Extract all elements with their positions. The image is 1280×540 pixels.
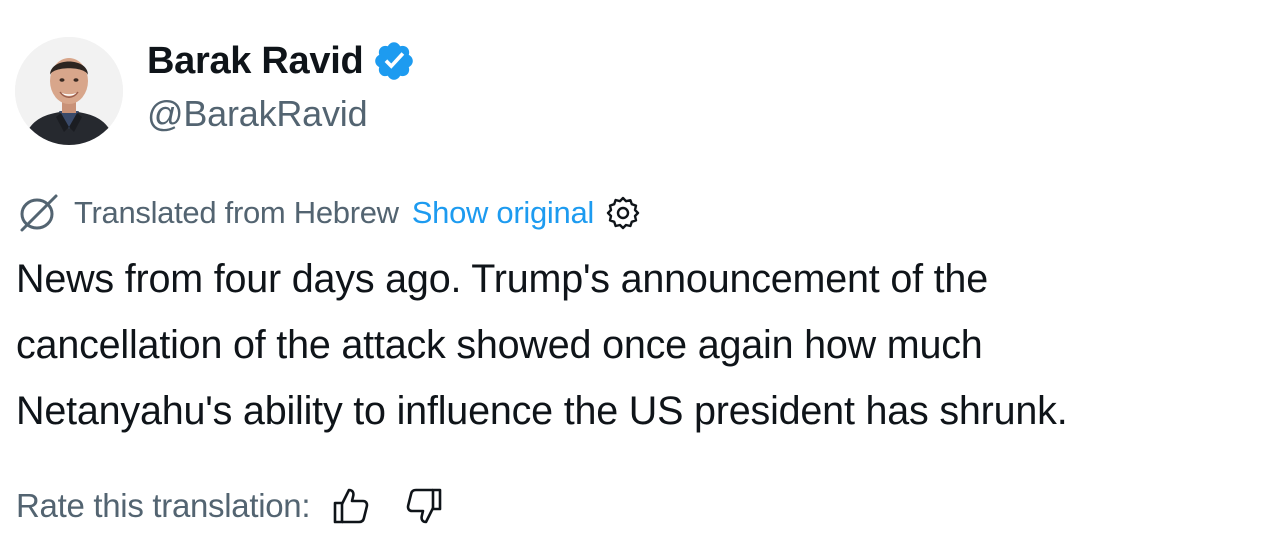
translation-rating: Rate this translation: bbox=[16, 482, 444, 530]
thumbs-up-icon[interactable] bbox=[331, 486, 371, 526]
avatar[interactable] bbox=[15, 37, 123, 145]
gear-icon[interactable] bbox=[605, 195, 641, 231]
show-original-link[interactable]: Show original bbox=[412, 195, 595, 231]
translate-icon bbox=[16, 193, 62, 233]
verified-badge-icon[interactable] bbox=[372, 39, 416, 83]
translated-from-label: Translated from Hebrew bbox=[74, 195, 399, 230]
author-name-row[interactable]: Barak Ravid bbox=[147, 38, 416, 84]
rate-translation-label: Rate this translation: bbox=[16, 487, 311, 524]
translated-tweet: Barak Ravid @BarakRavid Translated from … bbox=[0, 0, 1280, 540]
tweet-text: News from four days ago. Trump's announc… bbox=[16, 257, 1068, 433]
profile-photo bbox=[15, 37, 123, 145]
author-display-name[interactable]: Barak Ravid bbox=[147, 40, 364, 83]
translation-banner: Translated from Hebrew Show original bbox=[16, 193, 641, 233]
author-handle[interactable]: @BarakRavid bbox=[147, 93, 368, 135]
thumbs-down-icon[interactable] bbox=[404, 486, 444, 526]
